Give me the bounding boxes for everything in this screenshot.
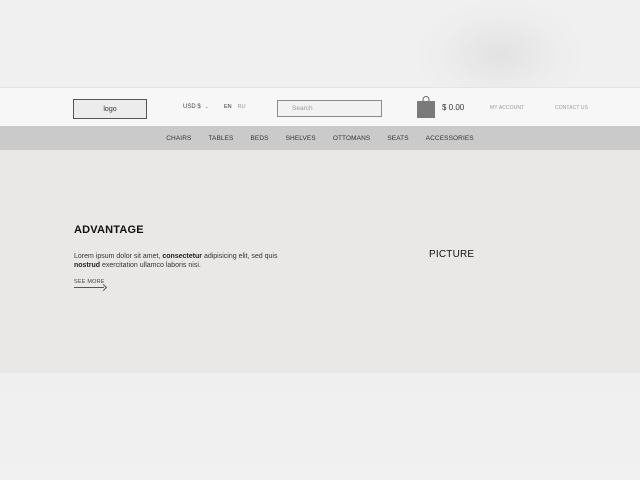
site-header: logo USD $ ⌄ EN RU $ 0.00 MY ACCOUNT CON… [0,87,640,127]
nav-item-seats[interactable]: SEATS [379,135,417,142]
currency-label: USD $ [183,104,201,110]
nav-item-shelves[interactable]: SHELVES [277,135,324,142]
hero-text-bold2: nostrud [74,262,101,269]
bottom-backdrop [0,373,640,480]
page: logo USD $ ⌄ EN RU $ 0.00 MY ACCOUNT CON… [0,0,640,480]
see-more-link[interactable]: SEE MORE [74,279,105,285]
hero-text-part1: Lorem ipsum dolor sit amet, [74,253,163,260]
nav-item-tables[interactable]: TABLES [200,135,242,142]
nav-item-accessories[interactable]: ACCESSORIES [417,135,482,142]
search-box [277,100,382,117]
currency-selector[interactable]: USD $ ⌄ [183,104,209,110]
my-account-link[interactable]: MY ACCOUNT [490,105,524,111]
hero-text-bold1: consectetur [162,253,202,260]
main-nav: CHAIRS TABLES BEDS SHELVES OTTOMANS SEAT… [0,126,640,150]
cart[interactable]: $ 0.00 [417,95,465,118]
hero-text-part3: exercitation ullamco laboris nisi. [100,262,201,269]
hero-title: ADVANTAGE [74,224,144,236]
cart-total: $ 0.00 [442,102,465,112]
picture-placeholder: PICTURE [429,249,475,260]
logo[interactable]: logo [73,99,147,119]
hero-section: ADVANTAGE Lorem ipsum dolor sit amet, co… [0,150,640,373]
language-switcher: EN RU [224,104,246,110]
language-en[interactable]: EN [224,104,232,110]
shopping-bag-icon[interactable] [417,95,435,118]
search-input[interactable] [278,101,382,116]
top-backdrop [0,0,640,87]
hero-text-part2: adipisicing elit, sed quis [202,253,278,260]
hero-text: Lorem ipsum dolor sit amet, consectetur … [74,252,279,270]
logo-text: logo [103,105,117,113]
nav-item-beds[interactable]: BEDS [242,135,277,142]
arrow-right-icon [99,283,108,292]
contact-us-link[interactable]: CONTACT US [555,105,588,111]
nav-item-ottomans[interactable]: OTTOMANS [324,135,379,142]
language-ru[interactable]: RU [238,104,246,110]
nav-item-chairs[interactable]: CHAIRS [158,135,200,142]
chevron-down-icon: ⌄ [204,104,209,110]
